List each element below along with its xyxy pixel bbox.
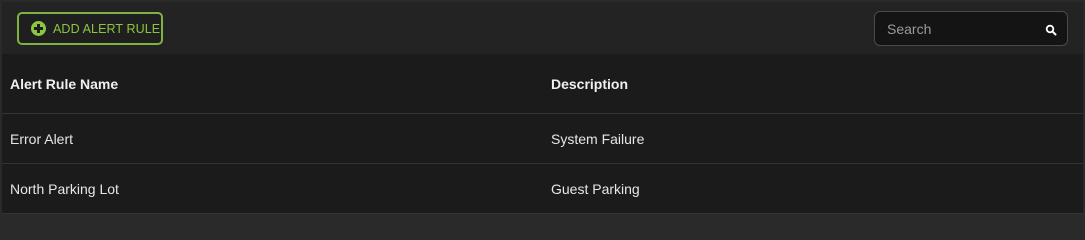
description-cell: Guest Parking [551,180,640,197]
search-box[interactable] [874,11,1068,46]
column-header-alert-rule-name[interactable]: Alert Rule Name [10,54,118,113]
table-header-row: Alert Rule Name Description [2,54,1083,114]
add-alert-rule-label: ADD ALERT RULE [53,21,161,36]
plus-circle-icon [31,21,46,36]
description-cell: System Failure [551,130,645,147]
search-input[interactable] [887,20,1037,37]
alert-rules-table: Alert Rule Name Description Error Alert … [2,54,1083,214]
alert-rule-name-cell: North Parking Lot [10,180,119,197]
toolbar: ADD ALERT RULE [2,2,1083,54]
alert-rule-name-cell: Error Alert [10,130,74,147]
alert-rules-panel: ADD ALERT RULE Alert Rule Name Descripti… [2,2,1083,214]
table-row[interactable]: Error Alert System Failure [2,114,1083,164]
search-icon[interactable] [1045,24,1057,36]
add-alert-rule-button[interactable]: ADD ALERT RULE [17,12,163,45]
table-row[interactable]: North Parking Lot Guest Parking [2,164,1083,214]
column-header-description[interactable]: Description [551,54,628,113]
